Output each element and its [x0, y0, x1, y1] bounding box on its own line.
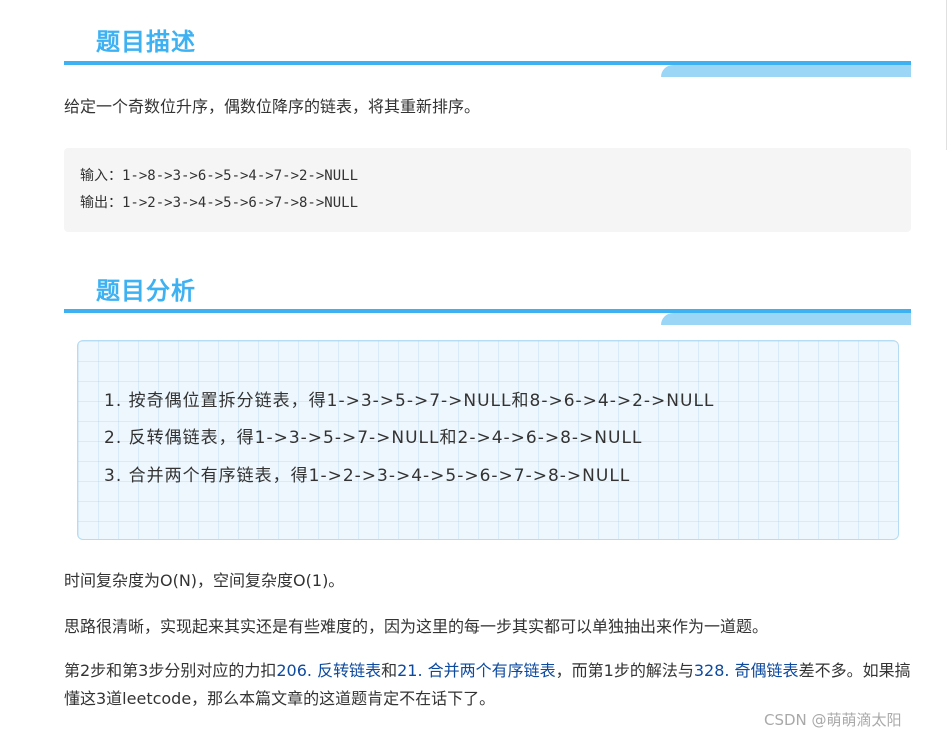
- scrollbar-edge: [946, 0, 947, 150]
- example-input-line: 输入：1->8->3->6->5->4->7->2->NULL: [80, 168, 359, 184]
- step-item: 1. 按奇偶位置拆分链表，得1->3->5->7->NULL和8->6->4->…: [104, 391, 715, 411]
- section-underline-tab: [661, 65, 911, 77]
- link-328-odd-even-list[interactable]: 328. 奇偶链表: [694, 661, 799, 680]
- related-text-part: 和: [381, 661, 398, 680]
- csdn-watermark: CSDN @萌萌滴太阳: [764, 711, 902, 729]
- thought-text: 思路很清晰，实现起来其实还是有些难度的，因为这里的每一步其实都可以单独抽出来作为…: [64, 617, 769, 636]
- section-underline-tab: [661, 313, 911, 325]
- section-title: 题目描述: [96, 28, 196, 56]
- section-header-analysis: 题目分析: [64, 273, 911, 329]
- problem-description: 给定一个奇数位升序，偶数位降序的链表，将其重新排序。: [64, 97, 481, 116]
- related-text-part: 第2步和第3步分别对应的力扣: [64, 661, 277, 680]
- complexity-text: 时间复杂度为O(N)，空间复杂度O(1)。: [64, 571, 345, 590]
- step-item: 2. 反转偶链表，得1->3->5->7->NULL和2->4->6->8->N…: [104, 428, 643, 448]
- link-21-merge-sorted-lists[interactable]: 21. 合并两个有序链表: [397, 661, 556, 680]
- example-output-line: 输出：1->2->3->4->5->6->7->8->NULL: [80, 195, 359, 211]
- example-code-block: 输入：1->8->3->6->5->4->7->2->NULL 输出：1->2-…: [64, 148, 911, 232]
- related-problems-text: 第2步和第3步分别对应的力扣206. 反转链表和21. 合并两个有序链表，而第1…: [64, 657, 914, 713]
- related-text-part: ，而第1步的解法与: [555, 661, 694, 680]
- article-page: 题目描述 给定一个奇数位升序，偶数位降序的链表，将其重新排序。 输入：1->8-…: [0, 0, 952, 737]
- step-item: 3. 合并两个有序链表，得1->2->3->4->5->6->7->8->NUL…: [104, 466, 631, 486]
- analysis-note-box: 1. 按奇偶位置拆分链表，得1->3->5->7->NULL和8->6->4->…: [77, 340, 899, 540]
- section-title: 题目分析: [96, 277, 196, 305]
- section-header-description: 题目描述: [64, 24, 911, 80]
- link-206-reverse-list[interactable]: 206. 反转链表: [276, 661, 381, 680]
